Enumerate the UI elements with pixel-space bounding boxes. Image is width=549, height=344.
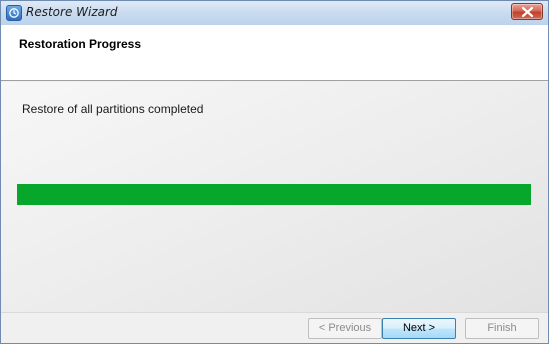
close-button[interactable] xyxy=(511,3,543,20)
next-button[interactable]: Next > xyxy=(382,318,456,339)
restore-wizard-app-icon xyxy=(6,5,22,21)
progress-bar xyxy=(17,184,531,205)
wizard-client-area: Restoration Progress Restore of all part… xyxy=(1,25,548,343)
title-bar[interactable]: Restore Wizard xyxy=(1,1,548,25)
previous-button[interactable]: < Previous xyxy=(308,318,382,339)
wizard-body: Restore of all partitions completed xyxy=(1,82,548,312)
progress-bar-fill xyxy=(17,184,531,205)
window-title: Restore Wizard xyxy=(26,5,118,19)
wizard-header: Restoration Progress xyxy=(1,25,548,81)
wizard-footer: < Previous Next > Finish xyxy=(1,312,548,343)
status-message: Restore of all partitions completed xyxy=(22,102,204,116)
page-title: Restoration Progress xyxy=(19,37,142,51)
finish-button[interactable]: Finish xyxy=(465,318,539,339)
restore-wizard-window: Restore Wizard Restoration Progress Rest… xyxy=(0,0,549,344)
close-icon xyxy=(522,7,533,17)
